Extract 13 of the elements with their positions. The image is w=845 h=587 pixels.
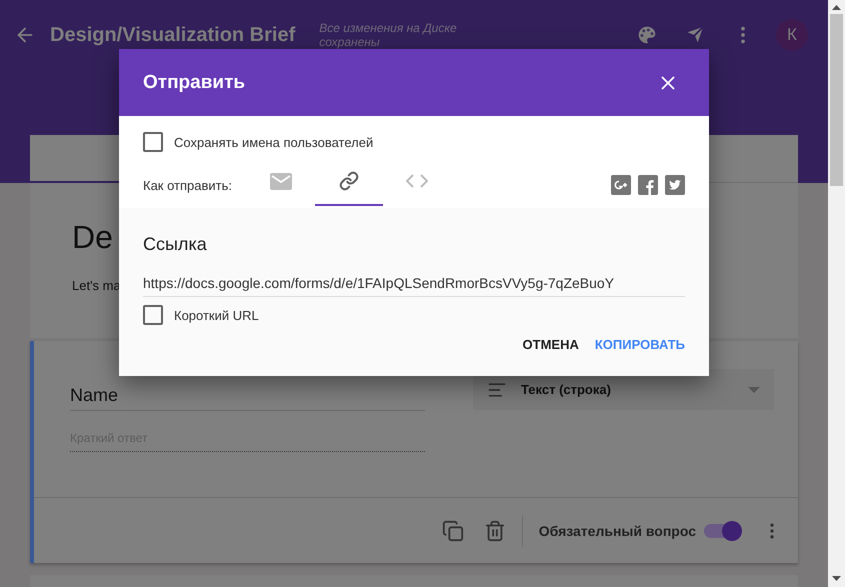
url-field[interactable]: https://docs.google.com/forms/d/e/1FAIpQLSendRmorBcsVVy5g-7qZeBuoY: [143, 271, 685, 297]
save-status: Все изменения на Диске сохранены: [319, 21, 458, 49]
checkbox-label: Короткий URL: [174, 308, 259, 322]
dialog-title: Отправить: [143, 72, 246, 94]
required-label: Обязательный вопрос: [538, 522, 696, 538]
copy-button[interactable]: КОПИРОВАТЬ: [594, 337, 685, 352]
form-name: Design/Visualization Brief: [50, 24, 296, 46]
checkbox-label: Сохранять имена пользователей: [174, 134, 374, 150]
send-via-label: Как отправить:: [143, 178, 232, 192]
cancel-button[interactable]: ОТМЕНА: [522, 337, 579, 352]
link-heading: Ссылка: [143, 234, 208, 255]
avatar[interactable]: К: [776, 19, 808, 51]
form-title: De: [72, 219, 113, 256]
